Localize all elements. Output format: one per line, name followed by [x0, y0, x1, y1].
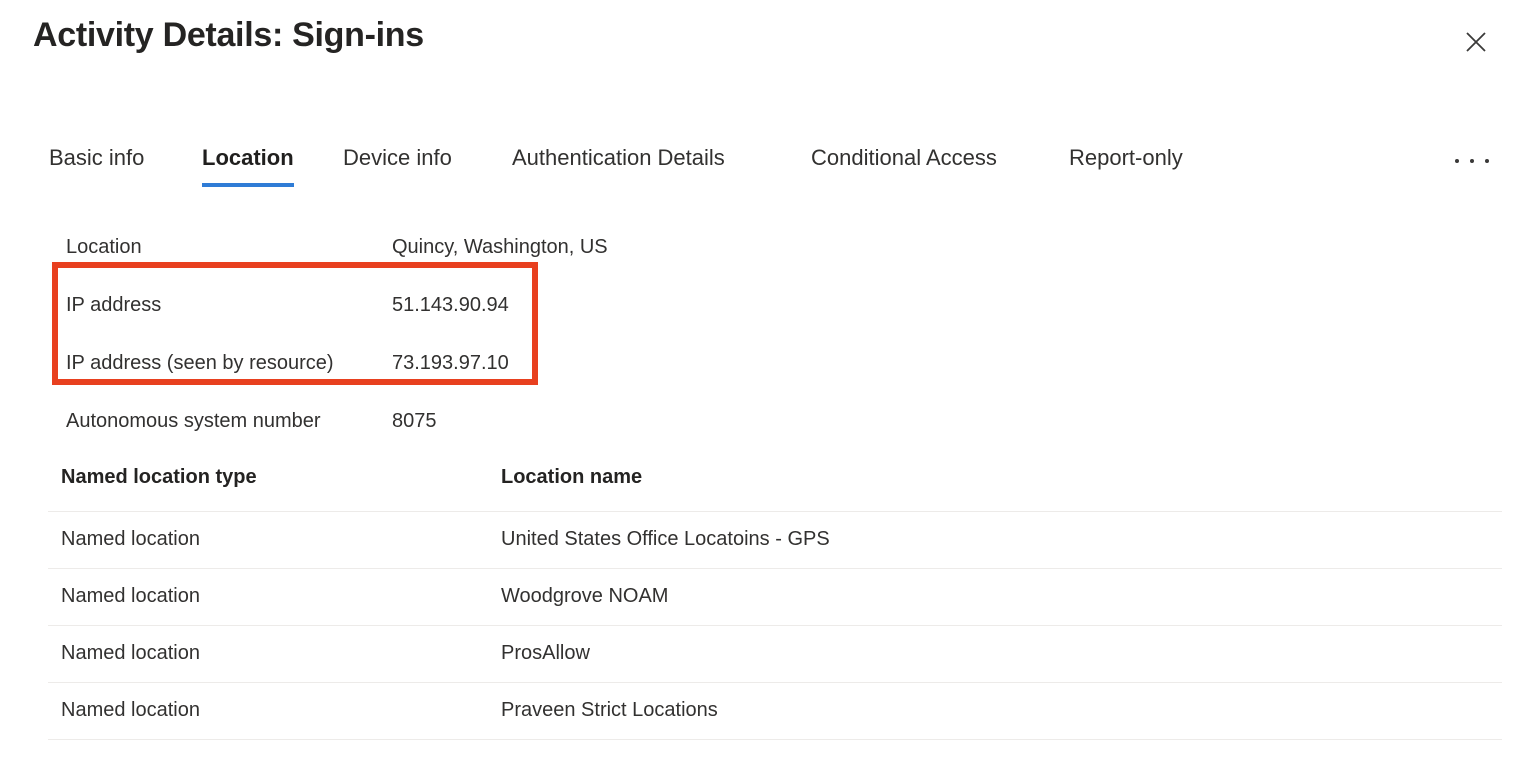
table-row[interactable]: Named location United States Office Locat… [0, 512, 1538, 569]
tab-conditional-access[interactable]: Conditional Access [811, 143, 997, 173]
detail-value: Quincy, Washington, US [392, 235, 608, 258]
tab-device-info[interactable]: Device info [343, 143, 452, 173]
cell-named-location-type: Named location [61, 642, 200, 664]
detail-row: Location Quincy, Washington, US [0, 218, 700, 276]
close-icon [1465, 31, 1487, 53]
cell-location-name: United States Office Locatoins - GPS [501, 528, 830, 550]
page-title: Activity Details: Sign-ins [33, 16, 424, 54]
column-header-named-location-type: Named location type [61, 466, 257, 488]
cell-named-location-type: Named location [61, 528, 200, 550]
detail-label: IP address (seen by resource) [66, 351, 334, 374]
ellipsis-icon [1470, 159, 1474, 163]
detail-row: Autonomous system number 8075 [0, 392, 700, 450]
named-locations-table: Named location type Location name Named … [0, 458, 1538, 740]
tabstrip: Basic info Location Device info Authenticat… [0, 143, 1538, 191]
ellipsis-icon [1485, 159, 1489, 163]
cell-named-location-type: Named location [61, 699, 200, 721]
cell-location-name: Praveen Strict Locations [501, 699, 718, 721]
detail-row: IP address 51.143.90.94 [0, 276, 700, 334]
close-button[interactable] [1458, 24, 1494, 60]
tab-authentication-details[interactable]: Authentication Details [512, 143, 725, 173]
detail-label: Autonomous system number [66, 409, 321, 432]
tab-location[interactable]: Location [202, 143, 294, 187]
tab-basic-info[interactable]: Basic info [49, 143, 144, 173]
table-header-row: Named location type Location name [0, 458, 1538, 512]
table-row[interactable]: Named location Praveen Strict Locations [0, 683, 1538, 740]
ellipsis-icon [1455, 159, 1459, 163]
table-row[interactable]: Named location Woodgrove NOAM [0, 569, 1538, 626]
column-header-location-name: Location name [501, 466, 643, 488]
cell-location-name: Woodgrove NOAM [501, 585, 669, 607]
detail-value: 51.143.90.94 [392, 293, 509, 316]
cell-named-location-type: Named location [61, 585, 200, 607]
detail-value: 8075 [392, 409, 437, 432]
row-divider [48, 739, 1502, 740]
detail-value: 73.193.97.10 [392, 351, 509, 374]
table-row[interactable]: Named location ProsAllow [0, 626, 1538, 683]
detail-label: Location [66, 235, 142, 258]
detail-row: IP address (seen by resource) 73.193.97.1… [0, 334, 700, 392]
overflow-menu-button[interactable] [1452, 149, 1492, 173]
detail-label: IP address [66, 293, 162, 316]
tab-report-only[interactable]: Report-only [1069, 143, 1183, 173]
cell-location-name: ProsAllow [501, 642, 590, 664]
detail-list: Location Quincy, Washington, US IP address… [0, 218, 700, 450]
